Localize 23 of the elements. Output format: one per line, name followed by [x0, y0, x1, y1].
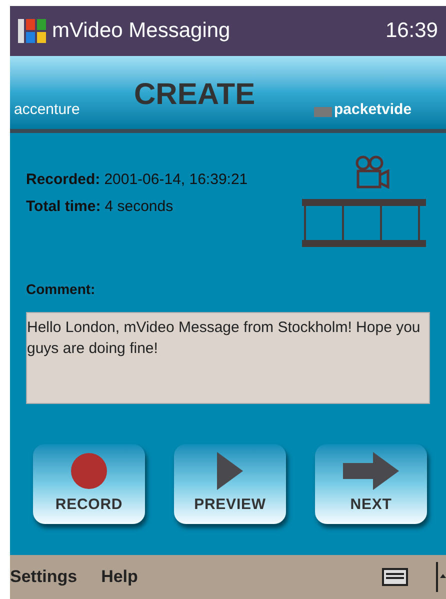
info-label: Total time: [26, 196, 101, 216]
comment-field[interactable]: Hello London, mVideo Message from Stockholm! Hope you guys are doing fine! [26, 312, 430, 404]
play-icon [215, 452, 245, 490]
action-button[interactable]: RECORD [33, 444, 145, 524]
comment-label: Comment: [26, 280, 96, 299]
left-logo: accenture [14, 100, 81, 120]
menu-item[interactable]: Settings [10, 564, 78, 590]
action-button[interactable]: NEXT [315, 444, 427, 524]
windows-flag-icon [18, 17, 48, 45]
record-icon [70, 452, 108, 490]
window-title: mVideo Messaging [52, 18, 232, 44]
arrow-right-icon [343, 452, 399, 490]
keyboard-icon[interactable] [382, 567, 408, 587]
action-button[interactable]: PREVIEW [174, 444, 286, 524]
right-logo: packetvide [334, 100, 412, 120]
screen-title: CREATE [134, 77, 256, 113]
info-value: 2001-06-14, 16:39:21 [104, 170, 248, 190]
info-label: Recorded: [26, 170, 100, 190]
clock: 16:39 [385, 18, 438, 44]
up-arrow-icon[interactable] [436, 562, 446, 592]
menu-item[interactable]: Help [101, 564, 138, 590]
info-value: 4 seconds [104, 196, 174, 216]
film-strip-icon [302, 199, 426, 247]
